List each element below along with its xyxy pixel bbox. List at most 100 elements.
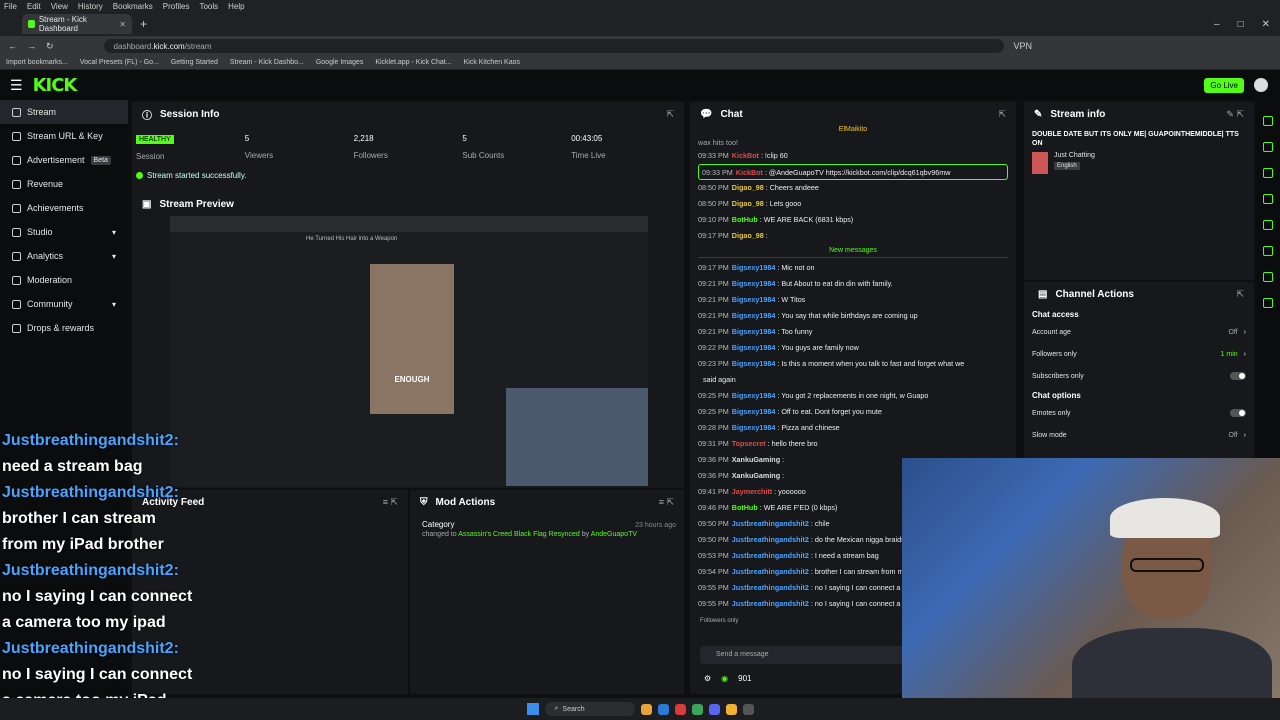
bookmark-item[interactable]: Vocal Presets (FL) - Go... (80, 59, 159, 66)
new-tab-icon[interactable]: + (140, 17, 147, 31)
rail-tool-icon[interactable] (1263, 168, 1273, 178)
sidebar-item-analytics[interactable]: Analytics ▾ (0, 244, 128, 268)
app-icon[interactable] (691, 703, 703, 715)
kick-logo[interactable]: KICK (33, 75, 78, 96)
new-messages-divider[interactable]: New messages (698, 244, 1008, 258)
popout-icon[interactable]: ⇱ (998, 109, 1006, 120)
sidebar-item-stream[interactable]: Stream (0, 100, 128, 124)
chat-username[interactable]: BotHub (732, 215, 758, 224)
close-tab-icon[interactable]: ✕ (119, 20, 126, 29)
minimize-icon[interactable]: – (1214, 19, 1220, 30)
windows-start-icon[interactable] (526, 703, 539, 715)
chat-message[interactable]: 09:33 PM KickBot: @AndeGuapoTV https://ki… (698, 164, 1008, 180)
chat-username[interactable]: XankuGaming (732, 471, 780, 480)
chat-message[interactable]: said again (698, 372, 1008, 388)
chat-message[interactable]: 09:28 PM Bigsexy1984: Pizza and chinese (698, 420, 1008, 436)
chat-message[interactable]: 09:22 PM Bigsexy1984: You guys are family… (698, 340, 1008, 356)
chat-username[interactable]: Justbreathingandshit2 (732, 599, 809, 608)
chat-username[interactable]: KickBot (732, 151, 759, 160)
chat-username[interactable]: Justbreathingandshit2 (732, 583, 809, 592)
browser-menu-item[interactable]: Help (228, 2, 244, 11)
rail-tool-icon[interactable] (1263, 194, 1273, 204)
maximize-icon[interactable]: □ (1238, 19, 1244, 30)
emotes-only-toggle[interactable] (1230, 409, 1246, 417)
close-window-icon[interactable]: ✕ (1262, 19, 1270, 30)
emotes-only-row[interactable]: Emotes only (1024, 402, 1254, 424)
app-icon[interactable] (742, 703, 754, 715)
taskbar-search[interactable]: ⌕ Search (544, 702, 635, 716)
filter-icon[interactable]: ≡ ⇱ (383, 497, 398, 508)
browser-menu-item[interactable]: History (78, 2, 103, 11)
chat-username[interactable]: Bigsexy1984 (732, 279, 776, 288)
bookmark-item[interactable]: Kick Kitchen Kaos (464, 59, 520, 66)
chat-username[interactable]: Bigsexy1984 (732, 327, 776, 336)
chat-message[interactable]: 09:25 PM Bigsexy1984: You got 2 replaceme… (698, 388, 1008, 404)
chat-username[interactable]: Justbreathingandshit2 (732, 551, 809, 560)
edge-icon[interactable] (657, 703, 669, 715)
sidebar-item-advertisement[interactable]: Advertisement Beta (0, 148, 128, 172)
popout-icon[interactable]: ⇱ (1236, 289, 1244, 300)
chat-username[interactable]: Bigsexy1984 (732, 343, 776, 352)
discord-icon[interactable] (708, 703, 720, 715)
bookmark-item[interactable]: Import bookmarks... (6, 59, 68, 66)
sidebar-item-revenue[interactable]: Revenue (0, 172, 128, 196)
sidebar-item-community[interactable]: Community ▾ (0, 292, 128, 316)
chat-username[interactable]: BotHub (732, 503, 758, 512)
sidebar-item-drops-rewards[interactable]: Drops & rewards (0, 316, 128, 340)
chrome-icon[interactable] (725, 703, 737, 715)
chat-username[interactable]: Jaymerchitt (732, 487, 772, 496)
avatar[interactable] (1254, 78, 1268, 92)
browser-menu-item[interactable]: Tools (199, 2, 218, 11)
bookmark-item[interactable]: Stream - Kick Dashbo... (230, 59, 304, 66)
forward-icon[interactable]: → (27, 41, 36, 51)
browser-menu-item[interactable]: Edit (27, 2, 41, 11)
chat-message[interactable]: 09:17 PM Bigsexy1984: Mic not on (698, 260, 1008, 276)
browser-menu-item[interactable]: Bookmarks (113, 2, 153, 11)
rail-tool-icon[interactable] (1263, 220, 1273, 230)
popout-icon[interactable]: ⇱ (666, 109, 674, 120)
chat-username[interactable]: Bigsexy1984 (732, 423, 776, 432)
rail-tool-icon[interactable] (1263, 246, 1273, 256)
bookmark-item[interactable]: Getting Started (171, 59, 218, 66)
chat-message[interactable]: 08:50 PM Digao_98: Cheers andeee (698, 180, 1008, 196)
url-field[interactable]: dashboard. kick.com/stream (103, 39, 1004, 53)
browser-tab-active[interactable]: Stream - Kick Dashboard ✕ (22, 14, 132, 34)
chat-username[interactable]: Digao_98 (732, 183, 764, 192)
bookmark-item[interactable]: Google Images (316, 59, 363, 66)
chat-username[interactable]: Bigsexy1984 (732, 311, 776, 320)
chat-username[interactable]: Topsecret (732, 439, 766, 448)
settings-icon[interactable]: ⚙ (704, 674, 711, 683)
reload-icon[interactable]: ↻ (46, 41, 54, 52)
chat-username[interactable]: Justbreathingandshit2 (732, 519, 809, 528)
browser-menu-item[interactable]: Profiles (163, 2, 190, 11)
account-age-row[interactable]: Account age Off › (1024, 321, 1254, 343)
rail-tool-icon[interactable] (1263, 116, 1273, 126)
slow-mode-row[interactable]: Slow mode Off › (1024, 424, 1254, 446)
vpn-badge[interactable]: VPN (1014, 41, 1033, 51)
rail-tool-icon[interactable] (1263, 298, 1273, 308)
sidebar-item-achievements[interactable]: Achievements (0, 196, 128, 220)
chat-message[interactable]: 08:50 PM Digao_98: Lets gooo (698, 196, 1008, 212)
chat-username[interactable]: Justbreathingandshit2 (732, 567, 809, 576)
chat-username[interactable]: XankuGaming (732, 455, 780, 464)
chat-username[interactable]: Digao_98 (732, 231, 764, 240)
chat-username[interactable]: KickBot (736, 168, 763, 177)
rail-tool-icon[interactable] (1263, 142, 1273, 152)
chat-username[interactable]: Bigsexy1984 (732, 359, 776, 368)
sidebar-item-moderation[interactable]: Moderation (0, 268, 128, 292)
sidebar-item-studio[interactable]: Studio ▾ (0, 220, 128, 244)
chat-username[interactable]: Bigsexy1984 (732, 391, 776, 400)
bookmark-item[interactable]: Kicklet.app - Kick Chat... (375, 59, 451, 66)
filter-icon[interactable]: ≡ ⇱ (659, 497, 674, 508)
subscribers-only-row[interactable]: Subscribers only (1024, 365, 1254, 387)
browser-menu-item[interactable]: File (4, 2, 17, 11)
chat-username[interactable]: Digao_98 (732, 199, 764, 208)
file-explorer-icon[interactable] (640, 703, 652, 715)
chat-message[interactable]: 09:17 PM Digao_98: (698, 228, 1008, 244)
chat-message[interactable]: 09:25 PM Bigsexy1984: Off to eat. Dont fo… (698, 404, 1008, 420)
chat-message[interactable]: 09:31 PM Topsecret: hello there bro (698, 436, 1008, 452)
chat-username[interactable]: Justbreathingandshit2 (732, 535, 809, 544)
subscribers-only-toggle[interactable] (1230, 372, 1246, 380)
followers-only-row[interactable]: Followers only 1 min › (1024, 343, 1254, 365)
chat-username[interactable]: Bigsexy1984 (732, 407, 776, 416)
